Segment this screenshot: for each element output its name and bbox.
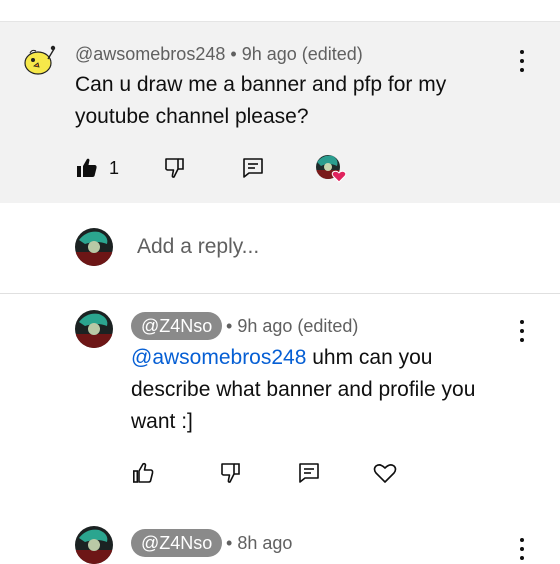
add-reply-row[interactable]: Add a reply...: [0, 203, 560, 294]
reply-avatar-image: [75, 526, 113, 564]
thumbs-down-icon: [221, 463, 240, 483]
thumbs-up-filled-icon: [77, 158, 97, 177]
add-reply-input[interactable]: Add a reply...: [137, 235, 259, 259]
reply-text-line: describe what banner and profile you: [131, 378, 476, 401]
heart-outline-icon: [373, 464, 397, 483]
chick-avatar-icon: [24, 45, 56, 75]
reply-menu-icon[interactable]: [519, 320, 525, 342]
reply-text: @awsomebros248 uhm can you describe what…: [131, 342, 475, 438]
top-divider: [0, 0, 560, 22]
reply-avatar[interactable]: [75, 526, 113, 564]
reply-timestamp: 8h ago: [237, 533, 293, 553]
creator-heart-badge: [315, 154, 347, 184]
meta-separator: •: [226, 316, 238, 336]
reply-mention-link[interactable]: @awsomebros248: [131, 346, 306, 369]
thumbs-up-icon: [132, 462, 154, 483]
comment-text-line: Can u draw me a banner and pfp for my: [75, 73, 447, 96]
reply-text-line: @awsomebros248 uhm can you: [131, 342, 475, 374]
user-avatar-image: [75, 228, 113, 266]
reply-author-badge[interactable]: @Z4Nso: [131, 529, 223, 557]
reply-menu-icon[interactable]: [519, 538, 525, 560]
reply-text-line: want :]: [131, 410, 193, 433]
comment-card: @awsomebros248 • 9h ago (edited) Can u d…: [0, 22, 560, 203]
reply-like-button[interactable]: [131, 461, 155, 485]
reply-header: • 9h ago (edited): [226, 316, 358, 337]
comment-header: @awsomebros248 • 9h ago (edited): [75, 44, 363, 65]
like-count: 1: [109, 157, 120, 178]
reply-reply-button[interactable]: [297, 461, 321, 485]
reply-heart-button[interactable]: [372, 460, 398, 486]
reply-header: • 8h ago: [226, 533, 292, 554]
thumbs-down-icon: [165, 158, 184, 178]
creator-heart-icon: [316, 155, 347, 183]
reply-text-segment: uhm can you: [306, 346, 433, 369]
reply-dislike-button[interactable]: [219, 461, 243, 485]
dislike-button[interactable]: [163, 156, 187, 180]
reply-button[interactable]: [241, 156, 265, 180]
reply-avatar[interactable]: [75, 310, 113, 348]
comment-reply-icon: [299, 463, 319, 483]
comment-menu-icon[interactable]: [519, 50, 525, 72]
comment-text: Can u draw me a banner and pfp for my yo…: [75, 69, 446, 133]
user-avatar: [75, 228, 113, 266]
reply-avatar-image: [75, 310, 113, 348]
reply-author-badge[interactable]: @Z4Nso: [131, 312, 223, 340]
meta-separator: •: [226, 533, 238, 553]
like-button[interactable]: 1: [75, 156, 119, 180]
comment-text-line: youtube channel please?: [75, 105, 309, 128]
comment-reply-icon: [243, 158, 263, 178]
commenter-avatar[interactable]: [20, 41, 56, 77]
comment-author[interactable]: @awsomebros248: [75, 44, 225, 64]
meta-separator: •: [230, 44, 242, 64]
comment-timestamp: 9h ago (edited): [241, 44, 363, 64]
reply-timestamp: 9h ago (edited): [237, 316, 359, 336]
